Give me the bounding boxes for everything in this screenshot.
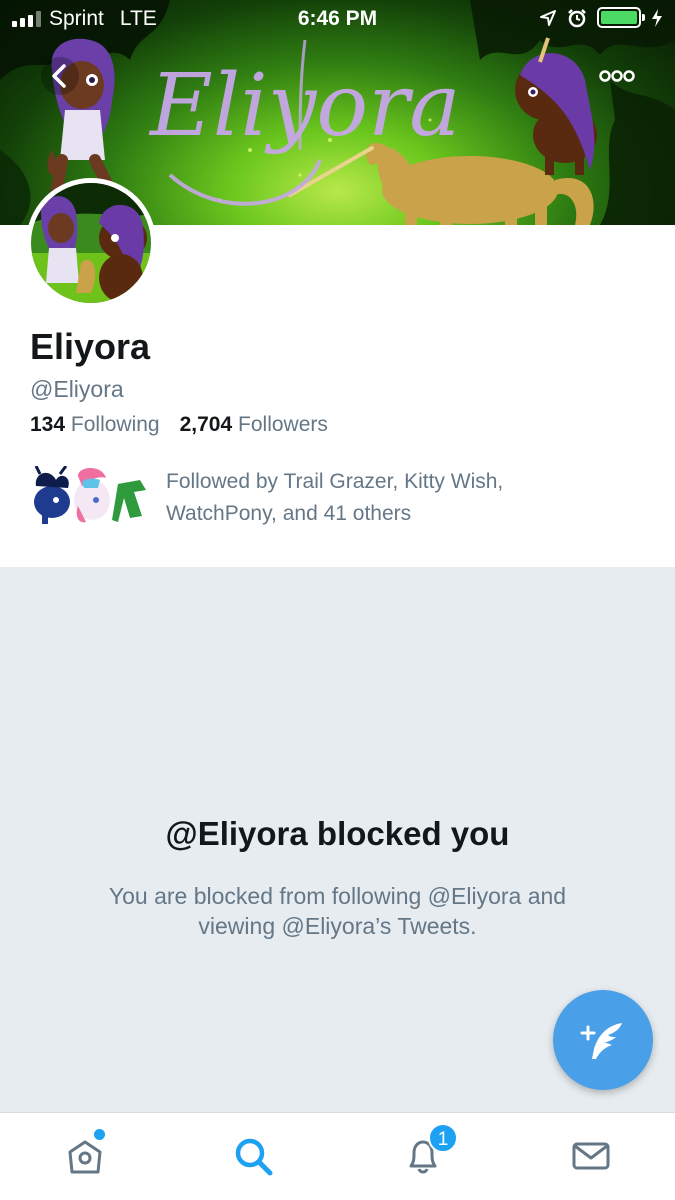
tab-messages[interactable] bbox=[568, 1133, 614, 1179]
more-options-button[interactable] bbox=[598, 64, 636, 88]
battery-icon bbox=[597, 7, 645, 28]
mutual-follower-avatars bbox=[30, 465, 154, 524]
compose-tweet-icon bbox=[580, 1023, 622, 1059]
blocked-description: You are blocked from following @Eliyora … bbox=[108, 883, 567, 939]
profile-screen: Eliyora Sprint LTE 6:46 PM Eliyora @Eliy… bbox=[0, 0, 675, 1200]
more-dots-icon bbox=[599, 70, 635, 82]
profile-name: Eliyora bbox=[30, 326, 151, 367]
following-count: 134 bbox=[30, 413, 66, 436]
banner-title-art: Eliyora bbox=[148, 56, 461, 156]
tab-home[interactable] bbox=[62, 1129, 108, 1179]
home-icon bbox=[68, 1140, 102, 1174]
mutual-avatar-2 bbox=[74, 468, 110, 523]
search-icon bbox=[235, 1138, 273, 1176]
mutual-avatars-art bbox=[34, 465, 146, 524]
back-button[interactable] bbox=[40, 56, 80, 96]
profile-avatar[interactable] bbox=[26, 178, 156, 308]
location-arrow-icon bbox=[540, 9, 556, 26]
mutual-avatar-1 bbox=[34, 465, 70, 524]
compose-tweet-button[interactable] bbox=[553, 990, 653, 1090]
mail-icon bbox=[572, 1142, 610, 1170]
following-label: Following bbox=[70, 413, 160, 436]
followers-count: 2,704 bbox=[179, 413, 233, 436]
profile-handle: @Eliyora bbox=[30, 376, 124, 402]
tab-bar: 1 bbox=[0, 1112, 675, 1200]
home-new-dot bbox=[94, 1129, 105, 1140]
avatar-image bbox=[31, 183, 151, 303]
blocked-notice: @Eliyora blocked you You are blocked fro… bbox=[0, 567, 675, 1112]
chevron-left-icon bbox=[41, 57, 79, 95]
followed-by-text: Followed by Trail Grazer, Kitty Wish, Wa… bbox=[166, 470, 504, 525]
alarm-icon bbox=[568, 8, 586, 27]
tab-search[interactable] bbox=[230, 1133, 276, 1179]
followers-you-know[interactable]: Followed by Trail Grazer, Kitty Wish, Wa… bbox=[30, 465, 586, 530]
charging-bolt-icon bbox=[652, 8, 662, 27]
followers-label: Followers bbox=[238, 413, 328, 436]
notifications-badge: 1 bbox=[428, 1123, 458, 1153]
following-stat[interactable]: 134 Following bbox=[30, 413, 160, 437]
blocked-title: @Eliyora blocked you bbox=[165, 815, 510, 852]
mutual-avatar-3 bbox=[112, 480, 146, 522]
status-bar: Sprint LTE 6:46 PM bbox=[0, 0, 675, 38]
followers-stat[interactable]: 2,704 Followers bbox=[180, 413, 328, 437]
tab-notifications[interactable]: 1 bbox=[400, 1123, 458, 1179]
follow-stats: 134 Following 2,704 Followers bbox=[30, 413, 328, 437]
